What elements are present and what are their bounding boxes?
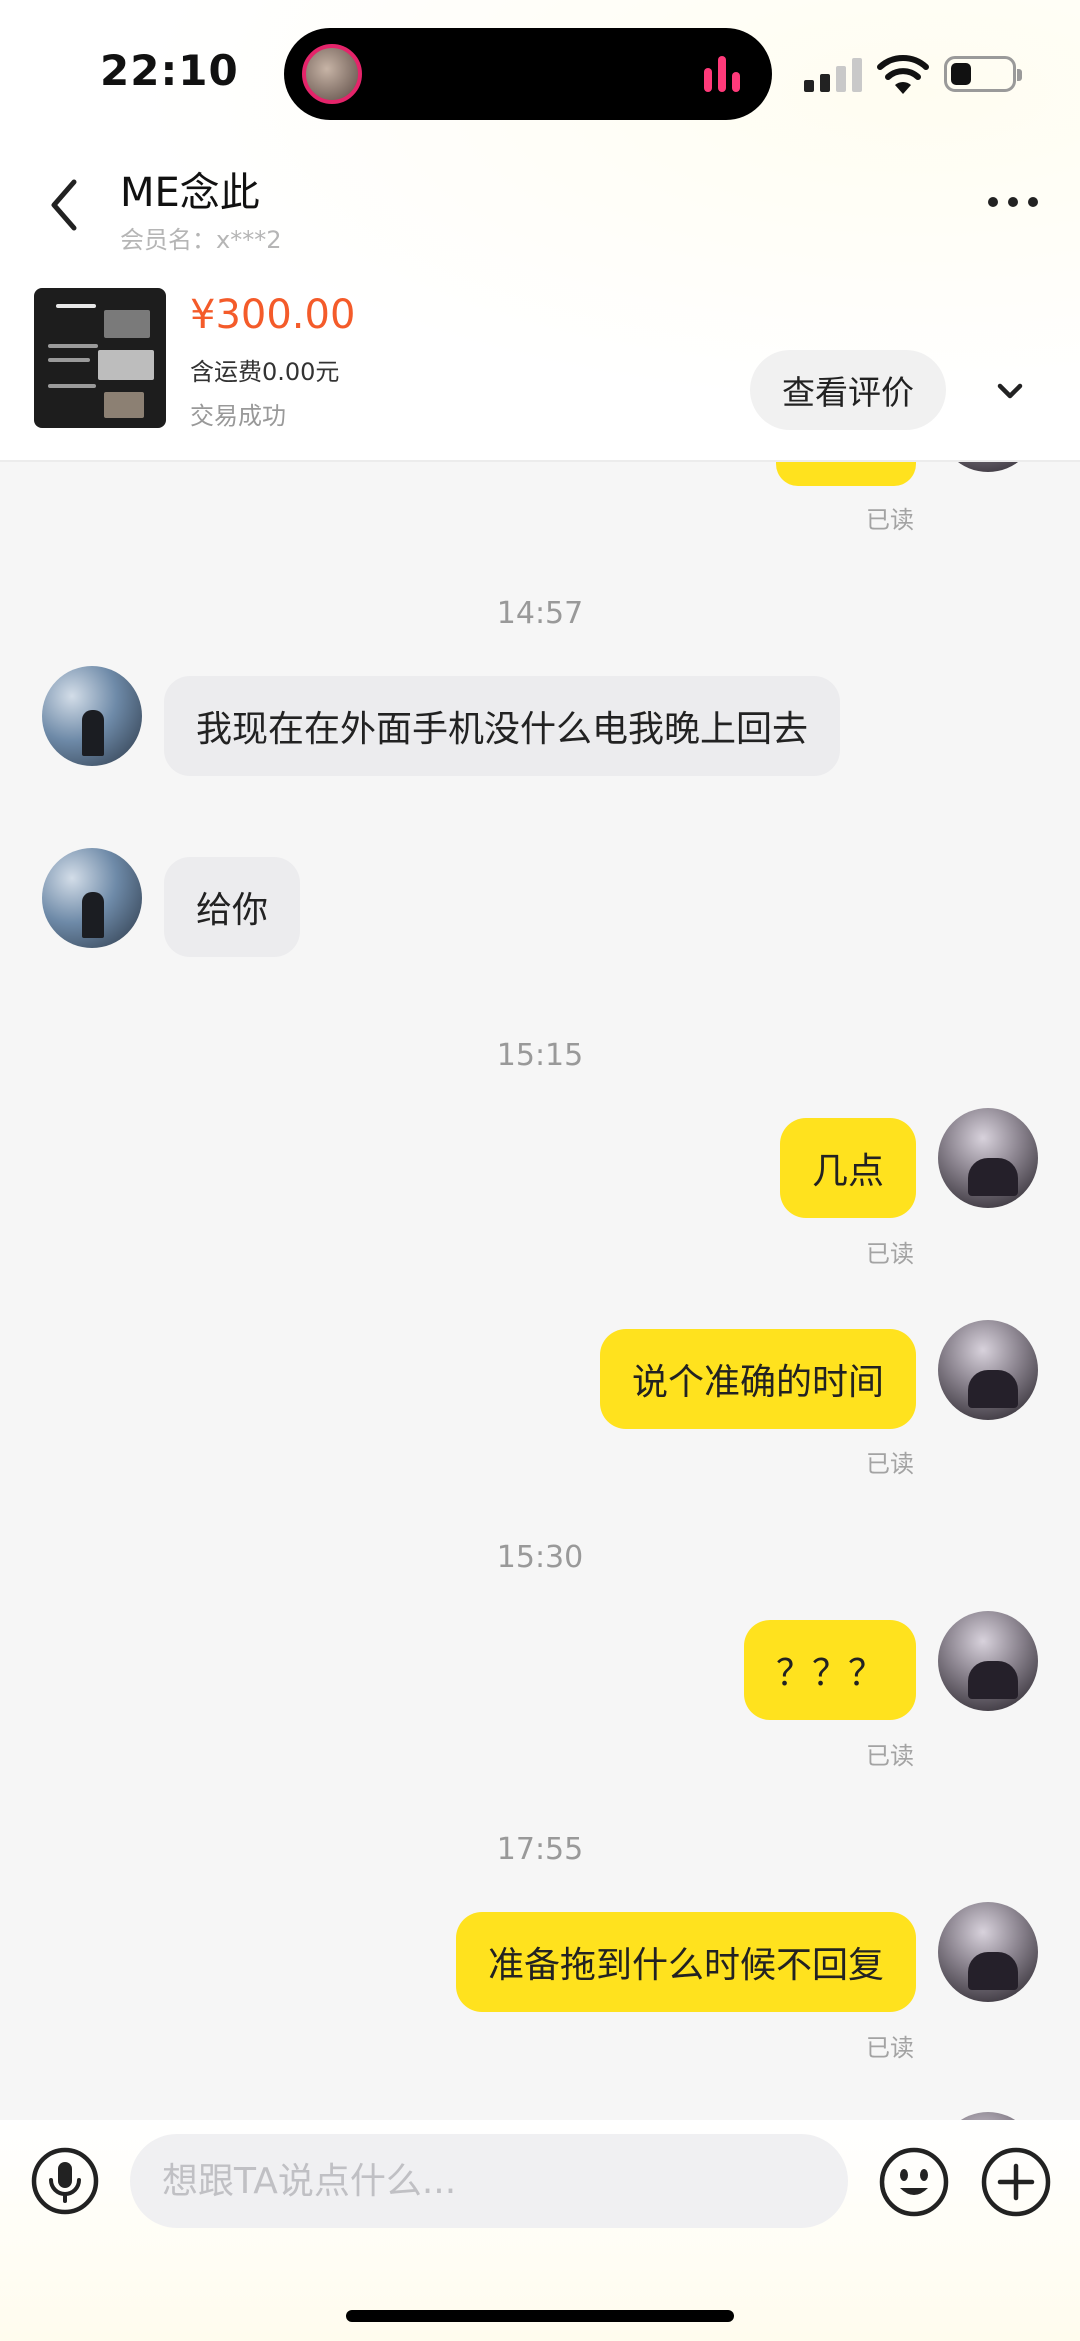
read-receipt: 已读 <box>866 1240 914 1268</box>
status-bar: 22:10 <box>0 0 1080 140</box>
view-review-button[interactable]: 查看评价 <box>750 350 946 430</box>
product-price: ¥300.00 <box>190 292 356 338</box>
message-bubble[interactable]: 几点 <box>779 1118 916 1218</box>
dynamic-island[interactable] <box>284 28 772 120</box>
wifi-icon <box>877 55 929 94</box>
my-avatar[interactable] <box>938 1902 1038 2002</box>
message-bubble[interactable]: 给你 <box>164 857 301 957</box>
microphone-icon[interactable] <box>30 2146 100 2216</box>
message-list[interactable]: 已读 14:57 我现在在外面手机没什么电我晚上回去 给你 15:15 几点 已… <box>0 462 1080 2120</box>
chevron-down-icon[interactable] <box>994 376 1026 406</box>
peer-avatar[interactable] <box>42 666 142 766</box>
message-bubble[interactable]: 说个准确的时间 <box>599 1329 916 1429</box>
message-bubble[interactable]: ？？？ <box>743 1620 916 1720</box>
emoji-icon[interactable] <box>878 2146 950 2218</box>
my-avatar[interactable] <box>938 1611 1038 1711</box>
member-name: 会员名：x***2 <box>120 226 282 254</box>
trade-status: 交易成功 <box>190 402 286 430</box>
home-indicator[interactable] <box>346 2310 734 2322</box>
now-playing-thumbnail <box>302 44 362 104</box>
more-icon[interactable] <box>985 190 1041 214</box>
my-avatar-partial[interactable] <box>938 2112 1038 2120</box>
conversation-title: ME念此 <box>120 170 260 216</box>
audio-bars-icon <box>704 56 744 92</box>
peer-avatar[interactable] <box>42 848 142 948</box>
read-receipt: 已读 <box>866 1450 914 1478</box>
chat-screen: 22:10 ME念此 会员名：x***2 ¥300.00 含运费0.00元 交易… <box>0 0 1080 2341</box>
timestamp: 14:57 <box>496 596 584 631</box>
message-bubble-partial[interactable] <box>776 462 916 486</box>
battery-icon <box>944 56 1022 92</box>
read-receipt: 已读 <box>866 506 914 534</box>
message-bubble[interactable]: 准备拖到什么时候不回复 <box>455 1912 916 2012</box>
read-receipt: 已读 <box>866 1742 914 1770</box>
read-receipt: 已读 <box>866 2034 914 2062</box>
product-thumbnail[interactable] <box>34 288 166 428</box>
signal-icon <box>804 58 862 92</box>
input-bar <box>0 2120 1080 2341</box>
timestamp: 17:55 <box>496 1832 584 1867</box>
message-bubble[interactable]: 我现在在外面手机没什么电我晚上回去 <box>164 676 841 776</box>
status-time: 22:10 <box>100 46 239 95</box>
my-avatar[interactable] <box>938 1320 1038 1420</box>
timestamp: 15:15 <box>496 1038 584 1073</box>
message-input[interactable] <box>130 2134 848 2228</box>
shipping-fee: 含运费0.00元 <box>190 358 340 386</box>
timestamp: 15:30 <box>496 1540 584 1575</box>
my-avatar[interactable] <box>938 462 1038 472</box>
back-icon[interactable] <box>40 170 90 240</box>
plus-icon[interactable] <box>980 2146 1052 2218</box>
my-avatar[interactable] <box>938 1108 1038 1208</box>
